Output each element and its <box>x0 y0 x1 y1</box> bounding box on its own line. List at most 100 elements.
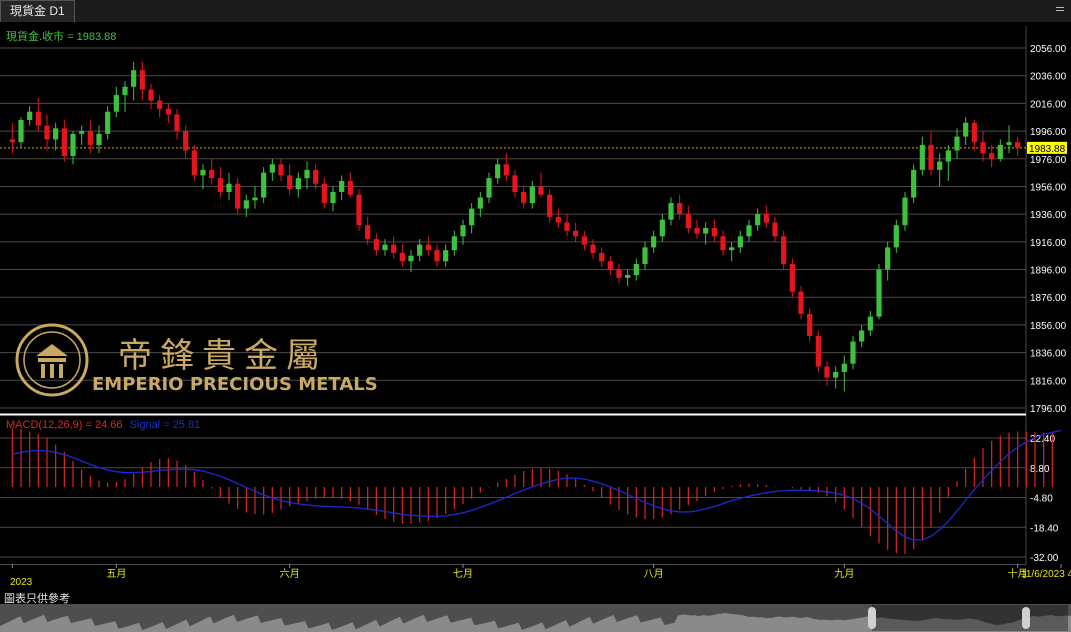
window-titlebar: 現貨金 D1 <box>0 0 1071 22</box>
candle-body <box>486 178 492 198</box>
candle-body <box>573 230 579 237</box>
candle-body <box>521 192 527 204</box>
candle-body <box>96 133 102 145</box>
candle-body <box>590 244 596 253</box>
x-axis-label: 11/6/2023 4:00:00 <box>1021 569 1071 580</box>
candle-body <box>356 194 362 226</box>
candle-body <box>867 316 873 331</box>
x-axis-label: 六月 <box>280 568 300 580</box>
candle-body <box>460 225 466 237</box>
chart-area: 2056.00 2036.00 2016.00 1996.00 1976.00 1956.… <box>0 26 1071 588</box>
candle-body <box>642 247 648 264</box>
candle-body <box>399 252 405 262</box>
signal-line <box>12 429 1062 541</box>
macd-tick-label: 8.80 <box>1030 464 1050 475</box>
candle-body <box>18 120 24 143</box>
candle-body <box>945 150 951 162</box>
candle-body <box>443 250 449 262</box>
candle-body <box>417 244 423 256</box>
candle-body <box>807 313 813 336</box>
candle-body <box>278 164 284 176</box>
candle-body <box>113 95 119 112</box>
candle-body <box>469 208 475 226</box>
candle-body <box>451 236 457 251</box>
candle-body <box>191 150 197 176</box>
candle-body <box>616 269 622 278</box>
candle-body <box>321 183 327 204</box>
candle-body <box>295 178 301 190</box>
candle-body <box>980 142 986 154</box>
signal-legend-value: Signal = 25.81 <box>130 419 201 431</box>
logo-emblem-icon <box>15 323 89 397</box>
candle-body <box>408 255 414 262</box>
navigator-right-handle[interactable] <box>1022 607 1030 629</box>
candle-body <box>382 244 388 251</box>
candle-body <box>668 203 674 220</box>
navigator-window[interactable] <box>872 605 1068 631</box>
candle-body <box>217 178 223 192</box>
price-grid <box>0 26 1027 564</box>
candle-body <box>824 366 830 378</box>
candle-body <box>183 131 189 151</box>
candle-body <box>815 336 821 367</box>
candle-body <box>581 236 587 245</box>
candle-body <box>122 86 128 96</box>
candle-body <box>963 122 969 137</box>
price-tick-label: 1936.00 <box>1030 210 1067 221</box>
candle-body <box>174 114 180 132</box>
candle-body <box>677 203 683 215</box>
candle-body <box>798 291 804 314</box>
candle-body <box>131 70 137 87</box>
candle-body <box>200 169 206 176</box>
candle-body <box>555 216 561 223</box>
window-menu-icon[interactable] <box>1055 4 1065 14</box>
candle-body <box>44 125 50 140</box>
candle-body <box>876 269 882 317</box>
price-tick-label: 2056.00 <box>1030 44 1067 55</box>
chart-navigator[interactable] <box>0 604 1071 632</box>
candle-body <box>893 225 899 248</box>
candle-body <box>911 169 917 198</box>
x-axis-label: 九月 <box>834 568 854 580</box>
candle-body <box>850 341 856 364</box>
candle-body <box>651 236 657 248</box>
candle-body <box>729 247 735 251</box>
price-tick-label: 1796.00 <box>1030 404 1067 415</box>
candle-body <box>165 108 171 115</box>
candle-body <box>105 111 111 134</box>
candle-body <box>148 89 154 101</box>
price-legend: 現貨金.收市 = 1983.88 <box>6 29 116 43</box>
price-tick-label: 1876.00 <box>1030 293 1067 304</box>
macd-axis-ticks: 22.40 8.80 -4.80 -18.40 -32.00 <box>1030 434 1059 564</box>
price-tick-label: 2016.00 <box>1030 99 1067 110</box>
macd-legend: MACD(12,26,9) = 24.66 Signal = 25.81 <box>6 419 200 431</box>
candle-body <box>9 139 15 143</box>
candle-body <box>971 122 977 143</box>
macd-tick-label: -32.00 <box>1030 553 1059 564</box>
candle-body <box>495 164 501 179</box>
x-axis-labels: 2023五月六月七月八月九月十月11/6/2023 4:00:00 <box>10 564 1071 588</box>
macd-tick-label: 22.40 <box>1030 434 1055 445</box>
candle-body <box>547 194 553 217</box>
candle-body <box>1006 142 1012 145</box>
candle-body <box>391 244 397 253</box>
candle-body <box>61 128 67 156</box>
x-axis-label: 八月 <box>644 568 664 580</box>
candle-body <box>902 197 908 226</box>
candle-body <box>347 180 353 195</box>
candle-body <box>919 144 925 170</box>
candle-body <box>859 330 865 342</box>
chart-tab[interactable]: 現貨金 D1 <box>0 0 75 22</box>
candle-body <box>529 186 535 204</box>
navigator-left-handle[interactable] <box>868 607 876 629</box>
macd-histogram <box>11 428 1053 554</box>
candle-body <box>789 264 795 292</box>
candle-body <box>538 186 544 195</box>
candle-body <box>339 180 345 192</box>
candle-body <box>157 100 163 109</box>
candle-body <box>564 222 570 231</box>
macd-tick-label: -18.40 <box>1030 523 1059 534</box>
candle-body <box>434 250 440 262</box>
candle-body <box>425 244 431 251</box>
candle-body <box>226 183 232 192</box>
